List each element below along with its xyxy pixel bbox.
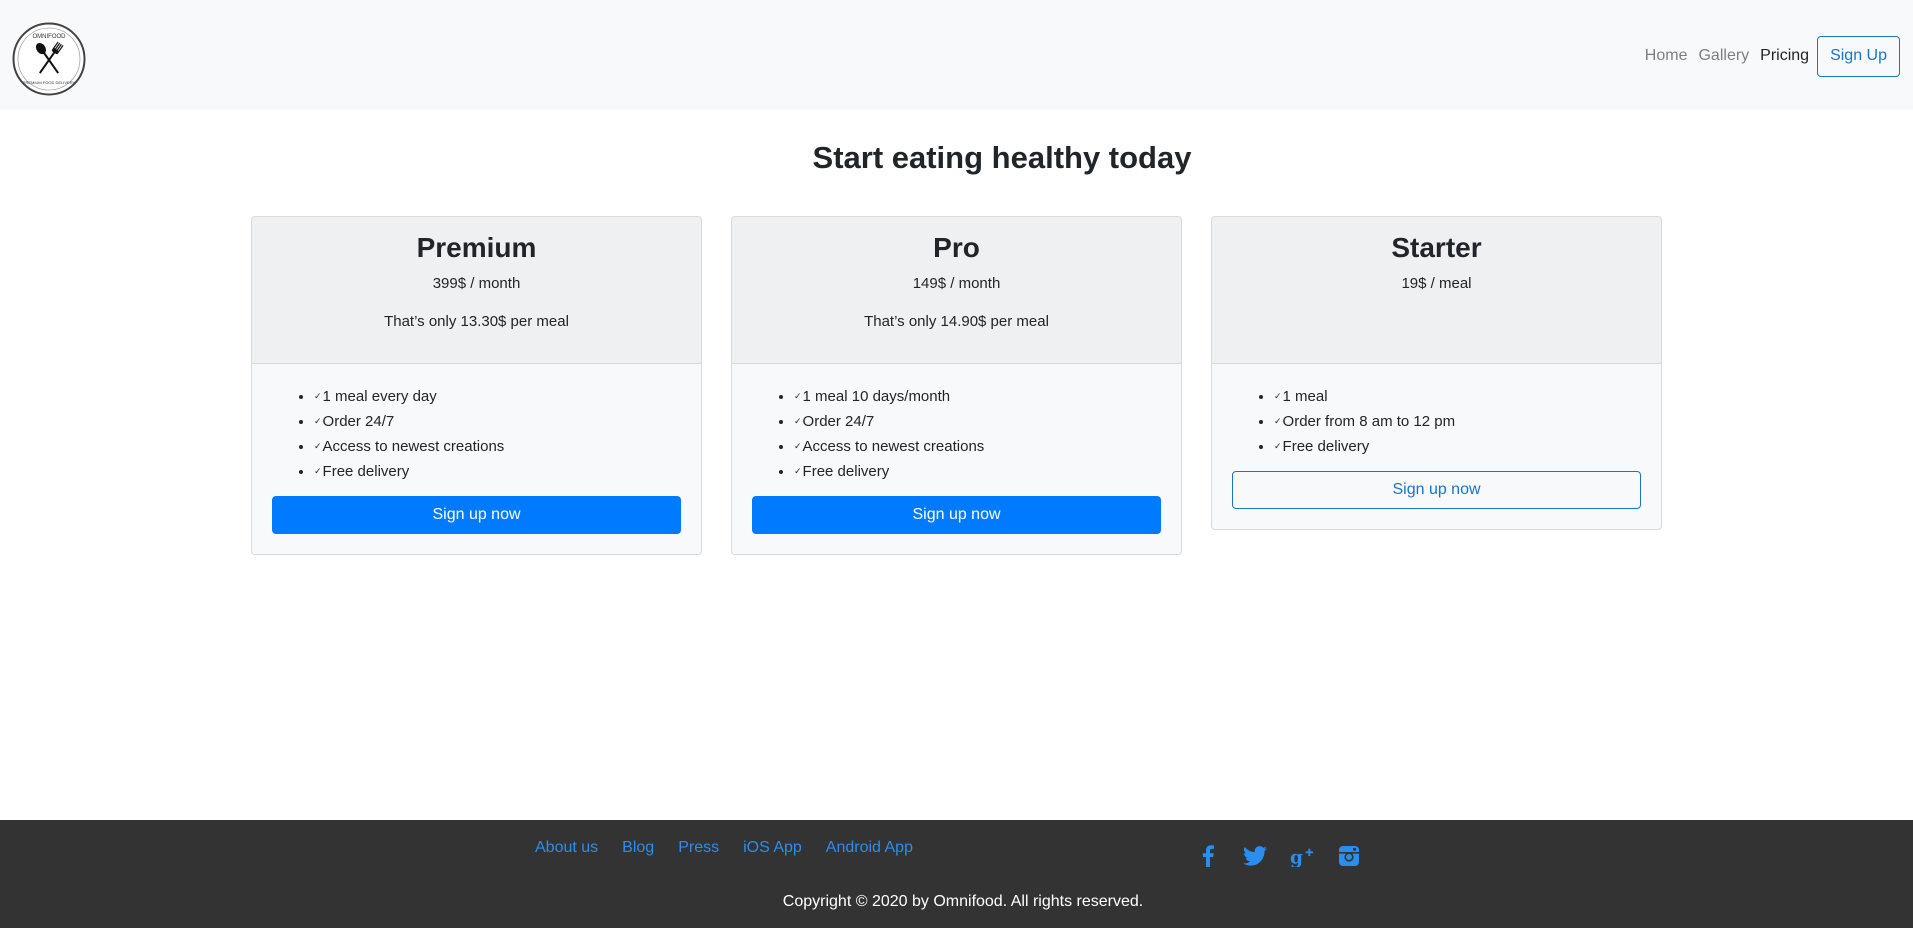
copyright-text: Copyright © 2020 by Omnifood. All rights… <box>782 893 1144 910</box>
check-icon: ✓ <box>794 416 802 426</box>
social-links: g <box>1196 844 1384 868</box>
plan-name: Premium <box>416 232 537 263</box>
card-header: Pro 149$ / month That’s only 14.90$ per … <box>732 217 1181 364</box>
instagram-icon[interactable] <box>1337 844 1361 868</box>
check-icon: ✓ <box>314 441 322 451</box>
check-icon: ✓ <box>314 416 322 426</box>
navbar: OMNIFOOD PREMIUM FOOD DELIVERY Home Gall… <box>0 0 1913 110</box>
twitter-icon[interactable] <box>1243 844 1267 868</box>
omnifood-logo[interactable]: OMNIFOOD PREMIUM FOOD DELIVERY <box>12 22 86 96</box>
card-header: Premium 399$ / month That’s only 13.30$ … <box>252 217 701 364</box>
feature-item: ✓1 meal <box>1274 384 1641 409</box>
premium-sign-up-now-button[interactable]: Sign up now <box>272 496 681 534</box>
sign-up-button[interactable]: Sign Up <box>1817 35 1900 77</box>
check-icon: ✓ <box>1274 391 1282 401</box>
footer-link-press[interactable]: Press <box>678 839 719 857</box>
feature-item: ✓1 meal 10 days/month <box>794 384 1161 409</box>
card-body: ✓1 meal ✓Order from 8 am to 12 pm ✓Free … <box>1212 364 1661 529</box>
card-body: ✓1 meal every day ✓Order 24/7 ✓Access to… <box>252 364 701 554</box>
pricing-card-starter: Starter 19$ / meal ✓1 meal ✓Order from 8… <box>1211 216 1662 530</box>
plan-name: Pro <box>933 232 980 263</box>
pricing-card-pro: Pro 149$ / month That’s only 14.90$ per … <box>731 216 1182 555</box>
pro-sign-up-now-button[interactable]: Sign up now <box>752 496 1161 534</box>
check-icon: ✓ <box>794 466 802 476</box>
check-icon: ✓ <box>1274 441 1282 451</box>
svg-text:PREMIUM FOOD DELIVERY: PREMIUM FOOD DELIVERY <box>23 80 76 85</box>
footer-link-ios-app[interactable]: iOS App <box>743 839 802 857</box>
footer-link-blog[interactable]: Blog <box>622 839 654 857</box>
svg-text:g: g <box>1290 847 1303 867</box>
check-icon: ✓ <box>314 466 322 476</box>
footer-link-about-us[interactable]: About us <box>535 839 598 857</box>
feature-item: ✓Order 24/7 <box>314 409 681 434</box>
footer-link-android-app[interactable]: Android App <box>826 839 913 857</box>
svg-text:OMNIFOOD: OMNIFOOD <box>33 34 67 40</box>
feature-item: ✓Free delivery <box>1274 434 1641 459</box>
nav-link-gallery[interactable]: Gallery <box>1698 47 1749 65</box>
nav-link-pricing[interactable]: Pricing <box>1760 47 1809 65</box>
footer-links: About us Blog Press iOS App Android App <box>535 839 937 857</box>
feature-list: ✓1 meal ✓Order from 8 am to 12 pm ✓Free … <box>1232 384 1641 459</box>
feature-item: ✓Free delivery <box>314 459 681 484</box>
nav-link-home[interactable]: Home <box>1645 47 1688 65</box>
starter-sign-up-now-button[interactable]: Sign up now <box>1232 471 1641 509</box>
feature-item: ✓Access to newest creations <box>314 434 681 459</box>
feature-item: ✓Free delivery <box>794 459 1161 484</box>
plan-name: Starter <box>1391 232 1482 263</box>
card-header: Starter 19$ / meal <box>1212 217 1661 364</box>
footer: About us Blog Press iOS App Android App … <box>0 820 1913 928</box>
plan-price: 149$ / month <box>912 274 1001 292</box>
plan-per-meal-note: That’s only 13.30$ per meal <box>384 312 569 330</box>
check-icon: ✓ <box>1274 416 1282 426</box>
facebook-icon[interactable] <box>1196 844 1220 868</box>
feature-item: ✓Order 24/7 <box>794 409 1161 434</box>
check-icon: ✓ <box>794 441 802 451</box>
plan-price: 19$ / meal <box>1401 274 1472 292</box>
check-icon: ✓ <box>314 391 322 401</box>
feature-list: ✓1 meal 10 days/month ✓Order 24/7 ✓Acces… <box>752 384 1161 484</box>
nav-links: Home Gallery Pricing Sign Up <box>1645 35 1900 77</box>
feature-item: ✓Access to newest creations <box>794 434 1161 459</box>
check-icon: ✓ <box>794 391 802 401</box>
feature-item: ✓1 meal every day <box>314 384 681 409</box>
plan-price: 399$ / month <box>432 274 521 292</box>
page-title: Start eating healthy today <box>812 140 1192 175</box>
card-body: ✓1 meal 10 days/month ✓Order 24/7 ✓Acces… <box>732 364 1181 554</box>
plan-per-meal-note: That’s only 14.90$ per meal <box>864 312 1049 330</box>
pricing-card-premium: Premium 399$ / month That’s only 13.30$ … <box>251 216 702 555</box>
feature-list: ✓1 meal every day ✓Order 24/7 ✓Access to… <box>272 384 681 484</box>
google-plus-icon[interactable]: g <box>1290 844 1314 868</box>
feature-item: ✓Order from 8 am to 12 pm <box>1274 409 1641 434</box>
